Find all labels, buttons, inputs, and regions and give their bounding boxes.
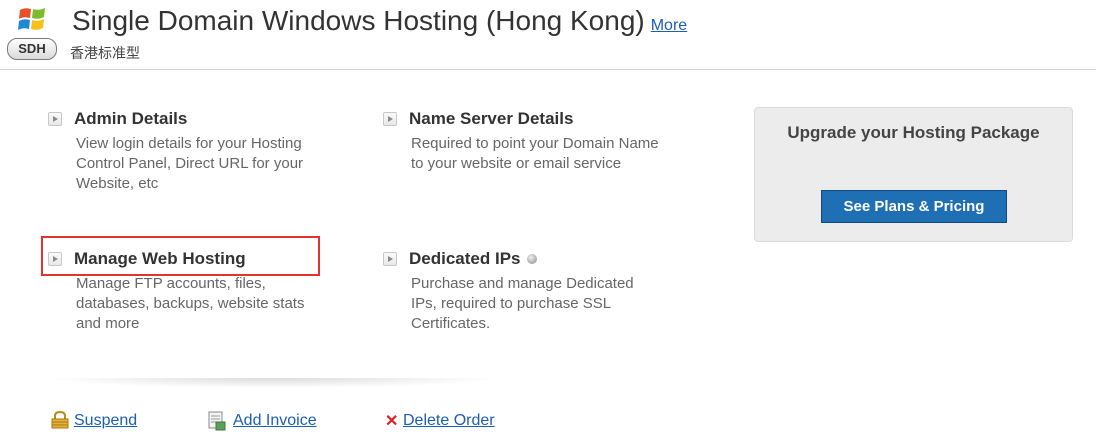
upgrade-title: Upgrade your Hosting Package: [787, 123, 1040, 142]
section-title: Admin Details: [74, 109, 188, 128]
section-description: View login details for your Hosting Cont…: [76, 135, 304, 192]
suspend-link[interactable]: Suspend: [74, 412, 137, 430]
page-title-text: Single Domain Windows Hosting (Hong Kong…: [72, 5, 645, 36]
section-divider: [44, 378, 502, 388]
dedicated-ips-section: Dedicated IPs Purchase and manage Dedica…: [383, 248, 663, 334]
section-description: Purchase and manage Dedicated IPs, requi…: [411, 275, 634, 332]
section-title: Name Server Details: [409, 109, 574, 128]
section-description: Required to point your Domain Name to yo…: [411, 135, 659, 172]
status-dot-icon: [526, 254, 537, 264]
page-title: Single Domain Windows Hosting (Hong Kong…: [72, 5, 687, 37]
expand-arrow-icon: [383, 252, 397, 266]
dedicated-ips-link[interactable]: Dedicated IPs: [383, 248, 663, 270]
see-plans-pricing-button[interactable]: See Plans & Pricing: [821, 190, 1007, 223]
product-logo: SDH: [7, 4, 59, 62]
page-header: SDH Single Domain Windows Hosting (Hong …: [0, 0, 1096, 70]
upgrade-panel: Upgrade your Hosting Package See Plans &…: [754, 107, 1073, 242]
admin-details-section: Admin Details View login details for you…: [48, 108, 328, 194]
expand-arrow-icon: [48, 112, 62, 126]
section-title: Dedicated IPs: [409, 249, 521, 268]
expand-arrow-icon: [383, 112, 397, 126]
more-link[interactable]: More: [651, 17, 687, 34]
page-subtitle: 香港标准型: [70, 45, 140, 61]
manage-web-hosting-section: Manage Web Hosting Manage FTP accounts, …: [48, 248, 328, 334]
windows-logo-icon: [18, 8, 45, 30]
delete-x-icon: ✕: [385, 413, 399, 430]
name-server-details-link[interactable]: Name Server Details: [383, 108, 663, 130]
section-title: Manage Web Hosting: [74, 249, 246, 268]
name-server-details-section: Name Server Details Required to point yo…: [383, 108, 663, 174]
manage-web-hosting-link[interactable]: Manage Web Hosting: [48, 248, 328, 270]
expand-arrow-icon: [48, 252, 62, 266]
delete-order-link[interactable]: Delete Order: [403, 412, 495, 430]
section-description: Manage FTP accounts, files, databases, b…: [76, 275, 305, 332]
lock-icon: [51, 411, 69, 429]
add-invoice-link[interactable]: Add Invoice: [233, 412, 317, 430]
admin-details-link[interactable]: Admin Details: [48, 108, 328, 130]
sdh-badge: SDH: [7, 38, 57, 60]
invoice-icon: [208, 411, 226, 431]
